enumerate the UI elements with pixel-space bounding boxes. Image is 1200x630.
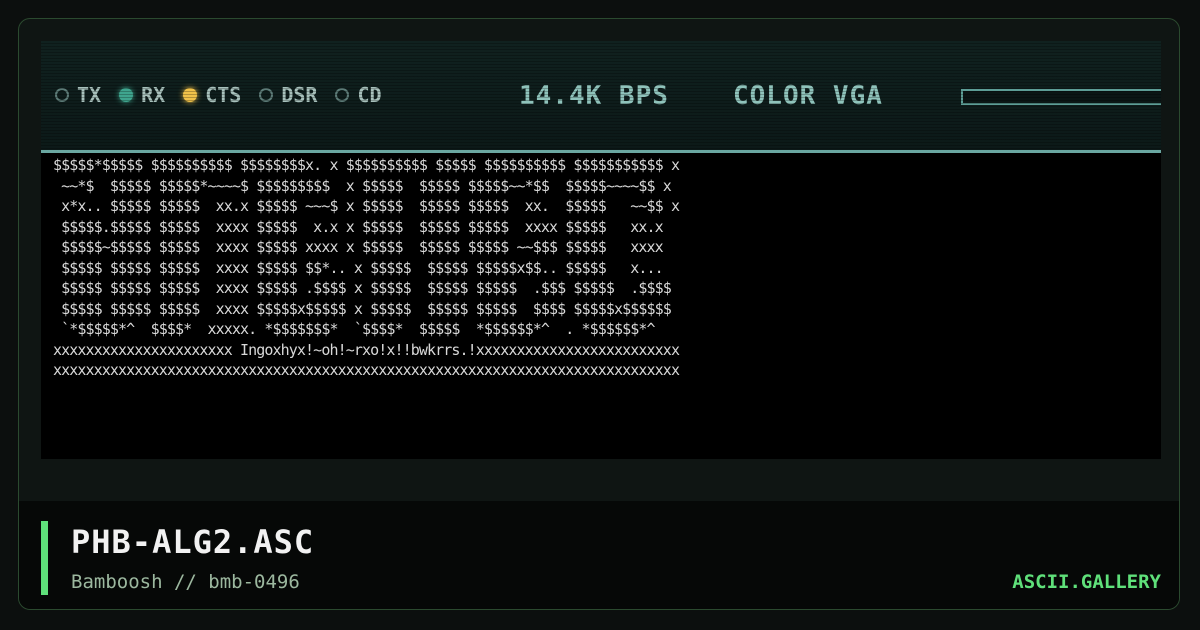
indicator-label: TX [77,83,102,107]
display-mode: COLOR VGA [733,81,883,111]
indicator-dsr: DSR [259,83,317,107]
share-card: TX RX CTS DSR CD 14.4K BPS COLOR VGA $$$… [18,18,1180,610]
indicator-label: CD [357,83,382,107]
indicator-tx: TX [55,83,101,107]
terminal-screen: TX RX CTS DSR CD 14.4K BPS COLOR VGA $$$… [41,41,1161,459]
accent-bar [41,521,48,595]
indicator-label: DSR [281,83,318,107]
indicator-rx: RX [119,83,165,107]
cd-led-icon [335,88,350,102]
transfer-progress-bar [961,89,1161,105]
ascii-art-canvas: $$$$$*$$$$$ $$$$$$$$$$ $$$$$$$$x. x $$$$… [41,153,1161,459]
modem-indicator-lights: TX RX CTS DSR CD [55,83,400,107]
indicator-label: CTS [205,83,242,107]
cts-led-icon [183,88,198,102]
indicator-cts: CTS [183,83,241,107]
tx-led-icon [55,88,69,102]
indicator-cd: CD [335,83,382,107]
ascii-art-text: $$$$$*$$$$$ $$$$$$$$$$ $$$$$$$$x. x $$$$… [53,156,680,379]
modem-status-bar: TX RX CTS DSR CD 14.4K BPS COLOR VGA [41,41,1161,153]
file-title: PHB-ALG2.ASC [71,523,315,561]
baud-rate: 14.4K BPS [519,81,669,111]
indicator-label: RX [141,83,166,107]
author-line: Bamboosh // bmb-0496 [71,571,300,593]
card-footer: PHB-ALG2.ASC Bamboosh // bmb-0496 ASCII.… [19,501,1179,609]
dsr-led-icon [259,88,274,102]
rx-led-icon [119,88,134,102]
site-brand-link[interactable]: ASCII.GALLERY [1012,571,1161,593]
